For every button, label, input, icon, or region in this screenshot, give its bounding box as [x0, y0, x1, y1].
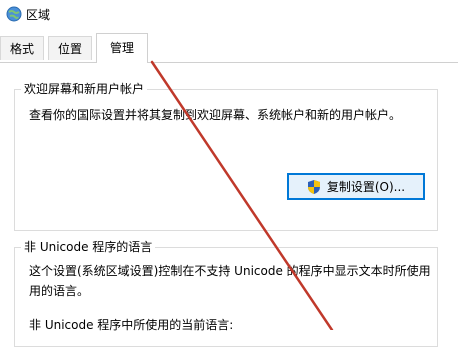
- welcome-screen-group: 欢迎屏幕和新用户帐户 查看你的国际设置并将其复制到欢迎屏幕、系统帐户和新的用户帐…: [14, 82, 438, 231]
- tab-format[interactable]: 格式: [0, 36, 44, 60]
- non-unicode-group: 非 Unicode 程序的语言 这个设置(系统区域设置)控制在不支持 Unico…: [14, 240, 438, 347]
- title-bar: 区域: [0, 0, 458, 28]
- welcome-group-title: 欢迎屏幕和新用户帐户: [21, 82, 148, 96]
- tab-administrative[interactable]: 管理: [96, 33, 148, 63]
- non-unicode-description-line1: 这个设置(系统区域设置)控制在不支持 Unicode 的程序中显示文本时所使用: [29, 264, 431, 278]
- non-unicode-group-title: 非 Unicode 程序的语言: [21, 240, 156, 254]
- welcome-description: 查看你的国际设置并将其复制到欢迎屏幕、系统帐户和新的用户帐户。: [29, 108, 402, 122]
- tab-administrative-label: 管理: [109, 41, 134, 55]
- non-unicode-description-line2: 用的语言。: [29, 284, 90, 298]
- tab-location-label: 位置: [57, 42, 82, 56]
- uac-shield-icon: [307, 179, 320, 194]
- tab-location[interactable]: 位置: [48, 36, 92, 60]
- current-language-label: 非 Unicode 程序中所使用的当前语言:: [29, 318, 234, 332]
- window-title: 区域: [26, 8, 51, 22]
- copy-settings-button[interactable]: 复制设置(O)...: [287, 173, 425, 200]
- tab-panel: 欢迎屏幕和新用户帐户 查看你的国际设置并将其复制到欢迎屏幕、系统帐户和新的用户帐…: [0, 62, 458, 347]
- copy-settings-label: 复制设置(O)...: [326, 180, 406, 194]
- globe-icon: [6, 6, 22, 22]
- tab-format-label: 格式: [9, 42, 34, 56]
